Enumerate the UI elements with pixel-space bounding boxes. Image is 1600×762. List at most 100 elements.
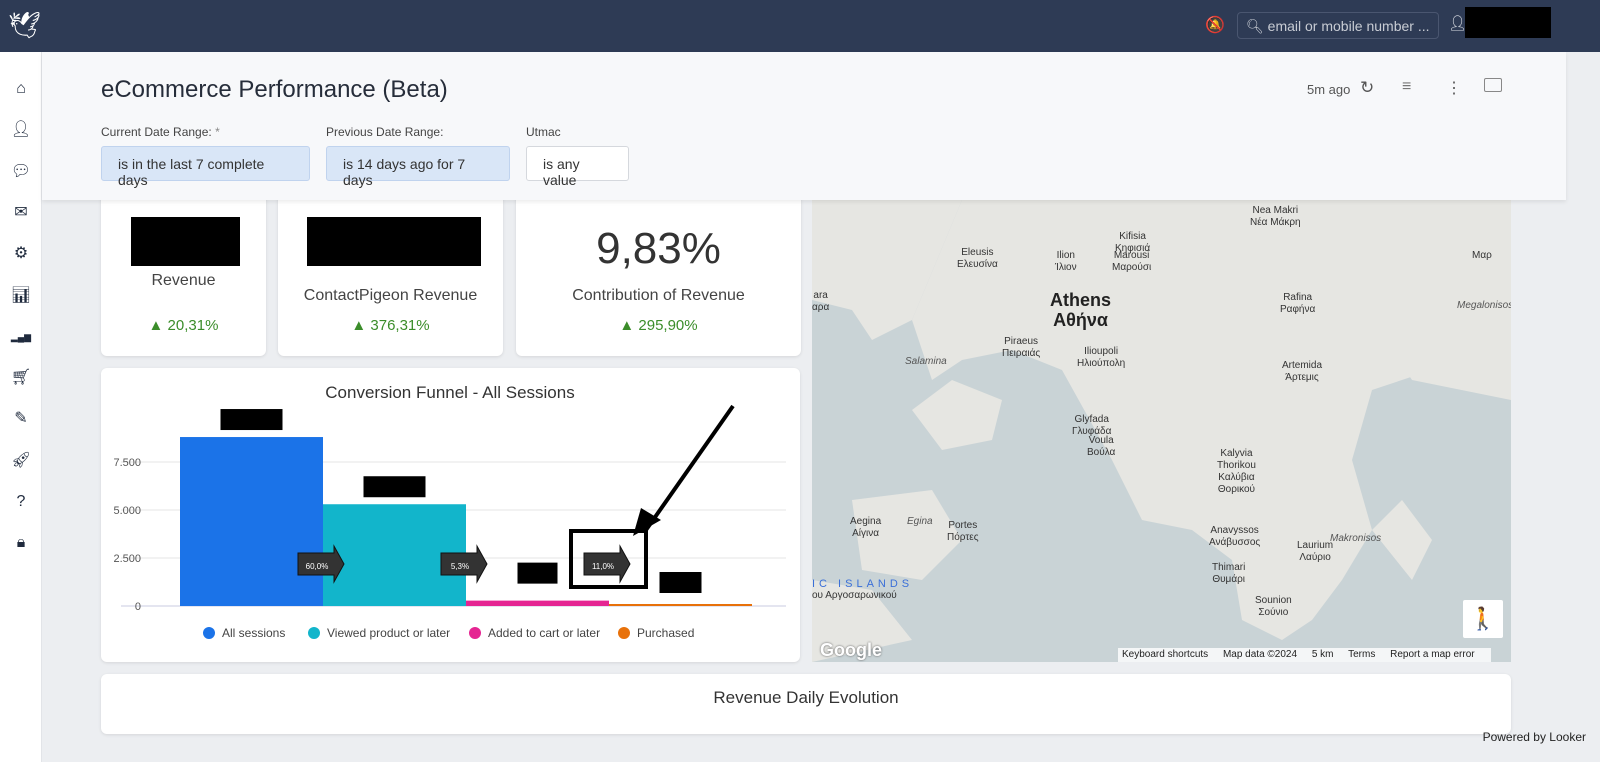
map-label: Athens Αθήνα — [1050, 290, 1112, 330]
map-scale: 5 km — [1311, 649, 1334, 660]
top-bar: 🕊 🔕 🔍︎ email or mobile number ... 👤︎ — [0, 0, 1600, 52]
more-vert-icon[interactable]: ⋮ — [1446, 78, 1462, 98]
kpi-label: ContactPigeon Revenue — [303, 287, 478, 304]
kpi-label: Revenue — [151, 272, 216, 289]
help-icon[interactable]: ? — [0, 487, 42, 517]
dashboard-header: eCommerce Performance (Beta) 5m ago ↻ ≡ … — [42, 52, 1566, 200]
funnel-bar — [180, 437, 323, 606]
page-title: eCommerce Performance (Beta) — [101, 76, 448, 103]
user-icon[interactable]: 👤︎ — [0, 115, 42, 145]
map-label: Artemida Άρτεμις — [1282, 360, 1323, 383]
looker-logo: Looker — [1549, 730, 1586, 744]
filter-icon[interactable]: ≡ — [1402, 78, 1411, 96]
map-label: Piraeus Πειραιάς — [1002, 336, 1041, 359]
map-label: IC ISLANDS — [812, 578, 914, 590]
y-tick-label: 0 — [135, 601, 141, 613]
annotation-arrow — [644, 404, 735, 532]
map-label: Egina — [907, 516, 933, 527]
map-label: Ilion Ίλιον — [1055, 250, 1077, 273]
chart-title: Conversion Funnel - All Sessions — [325, 383, 574, 402]
bar-chart-icon[interactable]: 📊︎ — [0, 281, 42, 311]
map-label: Salamina — [905, 356, 947, 367]
funnel-chart: Conversion Funnel - All Sessions 0 2.500 5.… — [113, 383, 786, 640]
map-label: Μαρ — [1472, 250, 1492, 261]
legend-label: Added to cart or later — [488, 626, 600, 640]
funnel-bar — [466, 600, 609, 606]
current-date-range-filter[interactable]: is in the last 7 complete days — [101, 146, 310, 188]
map-label: Aegina Αίγινα — [850, 516, 882, 539]
filter-label-previous: Previous Date Range: — [326, 125, 444, 139]
map-label: Marousi Μαρούσι — [1112, 250, 1152, 273]
map-label: Sounion Σούνιο — [1255, 595, 1292, 618]
sidebar: ⌂ 👤︎ 💬︎ ✉ ⚙ 📊︎ ▂▄▆ 🛒︎ ✎ 🚀︎? 🔒︎ — [0, 52, 42, 762]
report-map-error-link[interactable]: Report a map error — [1390, 649, 1474, 660]
utmac-filter[interactable]: is any value — [526, 146, 629, 188]
filter-label-current: Current Date Range: * — [101, 125, 220, 139]
legend-label: All sessions — [222, 626, 285, 640]
map-label: Laurium Λαύριο — [1297, 540, 1334, 563]
legend-marker — [469, 627, 481, 639]
search-input[interactable]: 🔍︎ email or mobile number ... — [1237, 12, 1439, 39]
refresh-icon[interactable]: ↻ — [1360, 78, 1374, 98]
home-icon[interactable]: ⌂ — [0, 74, 42, 104]
keyboard-shortcuts-link[interactable]: Keyboard shortcuts — [1122, 649, 1208, 660]
map-land — [812, 200, 1511, 662]
redacted-bar-value — [363, 476, 426, 498]
map-data-attribution: Map data ©2024 — [1222, 649, 1298, 660]
required-mark: * — [215, 125, 220, 139]
step-rate-label: 5,3% — [451, 562, 469, 571]
kpi-delta: ▲ 376,31% — [351, 317, 430, 334]
map-label: Portes Πόρτες — [947, 520, 979, 543]
bell-slash-icon[interactable]: 🔕 — [1205, 15, 1225, 35]
step-rate-label: 60,0% — [306, 562, 329, 571]
signal-icon[interactable]: ▂▄▆ — [0, 322, 42, 352]
funnel-bar — [609, 604, 752, 606]
folder-icon[interactable] — [1484, 78, 1502, 92]
y-tick-label: 2.500 — [113, 553, 141, 565]
step-rate-label: 11,0% — [592, 562, 614, 571]
map-label: Ilioupoli Ηλιούπολη — [1077, 346, 1126, 369]
cart-icon[interactable]: 🛒︎ — [0, 363, 42, 393]
cogs-icon[interactable]: ⚙ — [0, 239, 42, 269]
previous-date-range-filter[interactable]: is 14 days ago for 7 days — [326, 146, 510, 188]
bird-logo[interactable]: 🕊 — [8, 10, 41, 42]
y-tick-label: 5.000 — [113, 505, 141, 517]
lock-icon[interactable]: 🔒︎ — [0, 528, 42, 558]
kpi-contribution: 9,83% Contribution of Revenue ▲ 295,90% — [516, 190, 801, 356]
map-label: Rafina Ραφήνα — [1280, 292, 1316, 315]
label-text: Current Date Range: — [101, 125, 212, 139]
conversion-funnel-card: Conversion Funnel - All Sessions 0 2.500 5.… — [101, 368, 800, 662]
pegman-streetview-button[interactable]: 🚶 — [1463, 600, 1503, 638]
powered-text: Powered by — [1482, 730, 1546, 744]
comments-icon[interactable]: 💬︎ — [0, 157, 42, 187]
y-tick-label: 7.500 — [113, 457, 141, 469]
rocket-icon[interactable]: 🚀︎ — [0, 446, 42, 476]
map-label: ου Αργοσαρωνικού — [812, 590, 897, 601]
search-icon: 🔍︎ — [1246, 18, 1264, 34]
map-label: Makronisos — [1330, 533, 1382, 544]
map-label: ara αρα — [812, 290, 830, 313]
legend-label: Viewed product or later — [327, 626, 450, 640]
legend-marker — [308, 627, 320, 639]
filter-label-utmac: Utmac — [526, 125, 561, 139]
map-label: Voula Βούλα — [1087, 435, 1116, 458]
legend-marker — [618, 627, 630, 639]
edit-icon[interactable]: ✎ — [0, 404, 42, 434]
map-label: Megalonisos — [1457, 300, 1511, 311]
kpi-contactpigeon-revenue: ContactPigeon Revenue ▲ 376,31% — [278, 190, 503, 356]
envelope-icon[interactable]: ✉ — [0, 198, 42, 228]
card-title: Revenue Daily Evolution — [713, 688, 899, 707]
last-updated: 5m ago — [1307, 82, 1351, 97]
redacted-bar-value — [517, 562, 558, 584]
map-footer: Keyboard shortcuts Map data ©2024 5 km T… — [1118, 648, 1491, 662]
terms-link[interactable]: Terms — [1348, 649, 1375, 660]
map-label: Anavyssos Ανάβυσσος — [1209, 525, 1261, 548]
map[interactable]: Kifisia Κηφισιά Nea Makri Νέα Μάκρη Eleu… — [812, 200, 1511, 662]
kpi-delta: ▲ 295,90% — [619, 317, 698, 334]
legend-label: Purchased — [637, 626, 694, 640]
redacted-bar-value — [220, 409, 283, 431]
powered-by-looker[interactable]: Powered by Looker — [1483, 730, 1586, 744]
kpi-value: 9,83% — [596, 224, 721, 273]
kpi-delta: ▲ 20,31% — [148, 317, 219, 334]
redacted-value — [307, 217, 481, 266]
